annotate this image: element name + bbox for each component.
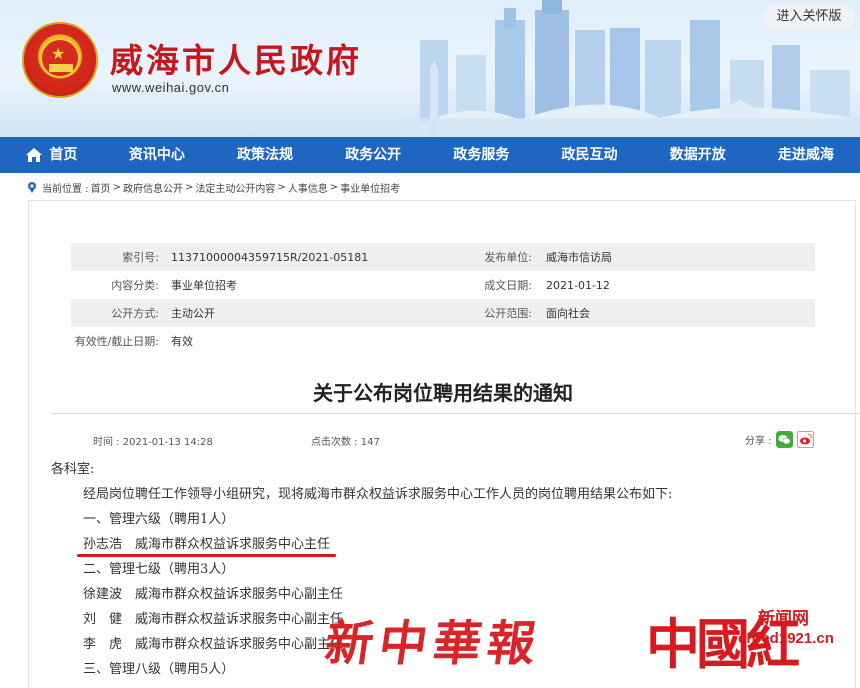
breadcrumb-item-info-disclosure[interactable]: 政府信息公开 bbox=[123, 180, 183, 195]
main-nav: 首页 资讯中心 政策法规 政务公开 政务服务 政民互动 数据开放 走进威海 bbox=[0, 137, 860, 173]
breadcrumb-item-home[interactable]: 首页 bbox=[91, 180, 111, 195]
watermark-url: cnred1921.cn bbox=[738, 630, 834, 647]
category-value: 事业单位招考 bbox=[171, 279, 237, 292]
scope-value: 面向社会 bbox=[546, 307, 590, 320]
site-title[interactable]: 威海市人民政府 bbox=[110, 34, 362, 82]
date-label: 成文日期: bbox=[484, 279, 532, 292]
highlighted-entry: 孙志浩 威海市群众权益诉求服务中心主任 bbox=[51, 532, 851, 557]
breadcrumb-item-personnel[interactable]: 人事信息 bbox=[288, 180, 328, 195]
national-emblem-icon: ★ bbox=[22, 22, 98, 98]
nav-item-open-data[interactable]: 数据开放 bbox=[644, 137, 752, 173]
metadata-row: 公开方式: 主动公开 公开范围: 面向社会 bbox=[71, 299, 815, 327]
nav-item-open-government[interactable]: 政务公开 bbox=[319, 137, 427, 173]
metadata-row: 有效性/截止日期: 有效 bbox=[71, 327, 815, 355]
category-label: 内容分类: bbox=[111, 279, 159, 292]
publisher-label: 发布单位: bbox=[484, 251, 532, 264]
validity-value: 有效 bbox=[171, 335, 193, 348]
click-count: 点击次数 : 147 bbox=[311, 433, 380, 448]
section-heading: 一、管理六级（聘用1人） bbox=[83, 512, 235, 527]
divider bbox=[51, 413, 860, 414]
nav-item-news[interactable]: 资讯中心 bbox=[103, 137, 211, 173]
mode-value: 主动公开 bbox=[171, 307, 215, 320]
breadcrumb-separator: > bbox=[112, 181, 121, 193]
nav-item-policy[interactable]: 政策法规 bbox=[211, 137, 319, 173]
scope-label: 公开范围: bbox=[484, 307, 532, 320]
clicks-label: 点击次数 : bbox=[311, 437, 358, 448]
breadcrumb-separator: > bbox=[277, 181, 286, 193]
breadcrumb-item-legal-disclosure[interactable]: 法定主动公开内容 bbox=[195, 180, 275, 195]
metadata-row: 内容分类: 事业单位招考 成文日期: 2021-01-12 bbox=[71, 271, 815, 299]
wechat-icon[interactable] bbox=[775, 431, 793, 448]
metadata-row: 索引号: 11371000004359715R/2021-05181 发布单位:… bbox=[71, 243, 815, 271]
article-title: 关于公布岗位聘用结果的通知 bbox=[313, 381, 573, 405]
nav-item-home[interactable]: 首页 bbox=[0, 137, 103, 173]
breadcrumb: 当前位置 : 首页 > 政府信息公开 > 法定主动公开内容 > 人事信息 > 事… bbox=[26, 178, 400, 196]
date-value: 2021-01-12 bbox=[546, 278, 610, 292]
nav-item-interaction[interactable]: 政民互动 bbox=[535, 137, 643, 173]
highlighted-entry-text: 孙志浩 威海市群众权益诉求服务中心主任 bbox=[77, 532, 337, 557]
location-icon bbox=[28, 182, 36, 193]
mode-label: 公开方式: bbox=[111, 307, 159, 320]
time-label: 时间 : bbox=[93, 437, 120, 448]
paragraph: 经局岗位聘任工作领导小组研究，现将威海市群众权益诉求服务中心工作人员的岗位聘用结… bbox=[83, 487, 673, 502]
breadcrumb-item-recruitment[interactable]: 事业单位招考 bbox=[340, 180, 400, 195]
publisher-value: 威海市信访局 bbox=[546, 251, 612, 264]
time-value: 2021-01-13 14:28 bbox=[122, 437, 213, 448]
weibo-icon[interactable] bbox=[796, 431, 814, 448]
nav-item-label: 首页 bbox=[49, 147, 78, 163]
index-value: 11371000004359715R/2021-05181 bbox=[171, 250, 369, 264]
entry-text: 孙志浩 威海市群众权益诉求服务中心主任 bbox=[83, 537, 331, 552]
publish-time: 时间 : 2021-01-13 14:28 bbox=[93, 433, 213, 448]
salutation: 各科室: bbox=[51, 462, 95, 477]
breadcrumb-separator: > bbox=[329, 181, 339, 193]
watermark-logo: 新中華報 bbox=[321, 616, 546, 672]
home-icon bbox=[26, 148, 43, 162]
breadcrumb-separator: > bbox=[184, 181, 194, 193]
care-mode-button[interactable]: 进入关怀版 bbox=[763, 4, 855, 30]
site-url: www.weihai.gov.cn bbox=[112, 80, 230, 95]
share-label: 分享 : bbox=[745, 436, 772, 447]
clicks-value: 147 bbox=[360, 437, 380, 448]
site-header: ★ 威海市人民政府 www.weihai.gov.cn 进入关怀版 bbox=[0, 0, 860, 137]
nav-item-services[interactable]: 政务服务 bbox=[427, 137, 535, 173]
index-label: 索引号: bbox=[122, 251, 159, 264]
validity-label: 有效性/截止日期: bbox=[74, 335, 159, 348]
section-heading: 二、管理七级（聘用3人） bbox=[83, 562, 235, 577]
share-bar: 分享 : bbox=[745, 431, 814, 448]
metadata-table: 索引号: 11371000004359715R/2021-05181 发布单位:… bbox=[71, 243, 815, 355]
watermark-text: 新闻网 bbox=[758, 609, 809, 629]
breadcrumb-prefix: 当前位置 : bbox=[42, 183, 89, 195]
nav-item-about-weihai[interactable]: 走进威海 bbox=[752, 137, 860, 173]
red-underline-annotation bbox=[77, 554, 337, 557]
